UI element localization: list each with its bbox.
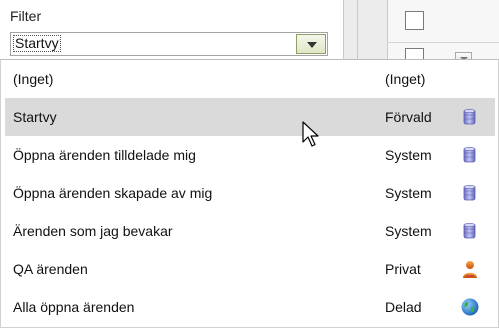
option-name: Öppna ärenden skapade av mig	[13, 185, 213, 201]
option-type: Förvald	[385, 109, 432, 125]
grid-column-separator	[343, 0, 344, 66]
option-name: Öppna ärenden tilldelade mig	[13, 147, 196, 163]
database-icon	[463, 223, 476, 239]
filter-dropdown-list: (Inget) (Inget) Startvy Förvald Öppna är…	[0, 59, 499, 328]
globe-icon	[461, 298, 479, 316]
option-name: Alla öppna ärenden	[13, 299, 135, 315]
grid-column-separator	[387, 0, 388, 66]
option-type: Delad	[385, 299, 422, 315]
option-name: Ärenden som jag bevakar	[13, 223, 173, 239]
filter-option-startvy[interactable]: Startvy Förvald	[5, 98, 495, 136]
filter-select[interactable]: Startvy	[10, 32, 328, 56]
database-icon	[463, 109, 476, 125]
background-grid	[343, 0, 499, 67]
filter-dropdown-button[interactable]	[296, 34, 326, 54]
option-type: System	[385, 147, 432, 163]
filter-option-none[interactable]: (Inget) (Inget)	[5, 60, 495, 98]
grid-column-separator	[357, 0, 358, 66]
grid-row-separator	[387, 42, 499, 43]
option-type: System	[385, 185, 432, 201]
option-type: (Inget)	[385, 71, 426, 87]
database-icon	[463, 185, 476, 201]
option-name: (Inget)	[13, 71, 54, 87]
select-all-checkbox[interactable]	[405, 11, 424, 30]
filter-label: Filter	[10, 8, 42, 24]
filter-option-qa[interactable]: QA ärenden Privat	[5, 250, 495, 288]
option-name: Startvy	[13, 109, 57, 125]
filter-option-open-assigned[interactable]: Öppna ärenden tilldelade mig System	[5, 136, 495, 174]
filter-option-open-created[interactable]: Öppna ärenden skapade av mig System	[5, 174, 495, 212]
database-icon	[463, 147, 476, 163]
chevron-down-icon	[307, 42, 317, 48]
option-type: System	[385, 223, 432, 239]
user-icon	[463, 261, 477, 278]
mouse-cursor-icon	[302, 121, 319, 147]
option-name: QA ärenden	[13, 261, 88, 277]
filter-option-watching[interactable]: Ärenden som jag bevakar System	[5, 212, 495, 250]
filter-select-value: Startvy	[13, 35, 61, 52]
option-type: Privat	[385, 261, 421, 277]
filter-option-all-open[interactable]: Alla öppna ärenden Delad	[5, 288, 495, 326]
